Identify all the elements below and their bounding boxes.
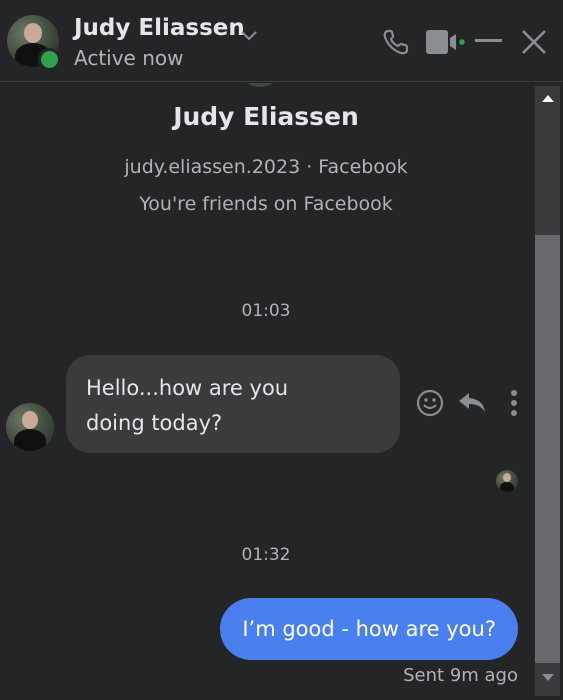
incoming-message-line: doing today? xyxy=(86,411,223,435)
contact-name[interactable]: Judy Eliassen xyxy=(74,15,245,41)
online-status-dot xyxy=(38,48,61,71)
scrollbar-thumb[interactable] xyxy=(535,235,560,663)
reply-icon[interactable] xyxy=(457,389,487,415)
phone-icon[interactable] xyxy=(382,28,412,56)
more-icon[interactable] xyxy=(509,389,519,417)
video-icon[interactable] xyxy=(424,29,468,55)
message-timestamp: 01:32 xyxy=(241,545,291,565)
profile-username: judy.eliassen.2023 · Facebook xyxy=(124,156,408,178)
profile-name: Judy Eliassen xyxy=(173,102,359,131)
contact-status: Active now xyxy=(74,46,184,70)
chat-header: Judy Eliassen Active now xyxy=(0,0,563,82)
message-timestamp: 01:03 xyxy=(241,301,291,321)
minimize-icon[interactable] xyxy=(474,38,504,44)
conversation-area: Judy Eliassen judy.eliassen.2023 · Faceb… xyxy=(0,83,532,700)
seen-receipt-avatar xyxy=(496,470,518,492)
chevron-down-icon[interactable] xyxy=(240,30,258,42)
outgoing-message-bubble[interactable]: I’m good - how are you? xyxy=(220,598,518,660)
close-icon[interactable] xyxy=(520,28,548,56)
incoming-message-bubble[interactable]: Hello...how are you doing today? xyxy=(66,355,400,453)
react-icon[interactable] xyxy=(416,389,444,417)
scroll-down-arrow-icon[interactable] xyxy=(541,673,555,683)
message-sent-status: Sent 9m ago xyxy=(403,665,518,686)
sender-avatar[interactable] xyxy=(6,403,54,451)
profile-avatar-large xyxy=(238,83,282,87)
scroll-up-arrow-icon[interactable] xyxy=(541,93,555,103)
profile-friends-status: You're friends on Facebook xyxy=(139,193,393,215)
scrollbar[interactable] xyxy=(532,83,563,700)
incoming-message-line: Hello...how are you xyxy=(86,376,289,400)
